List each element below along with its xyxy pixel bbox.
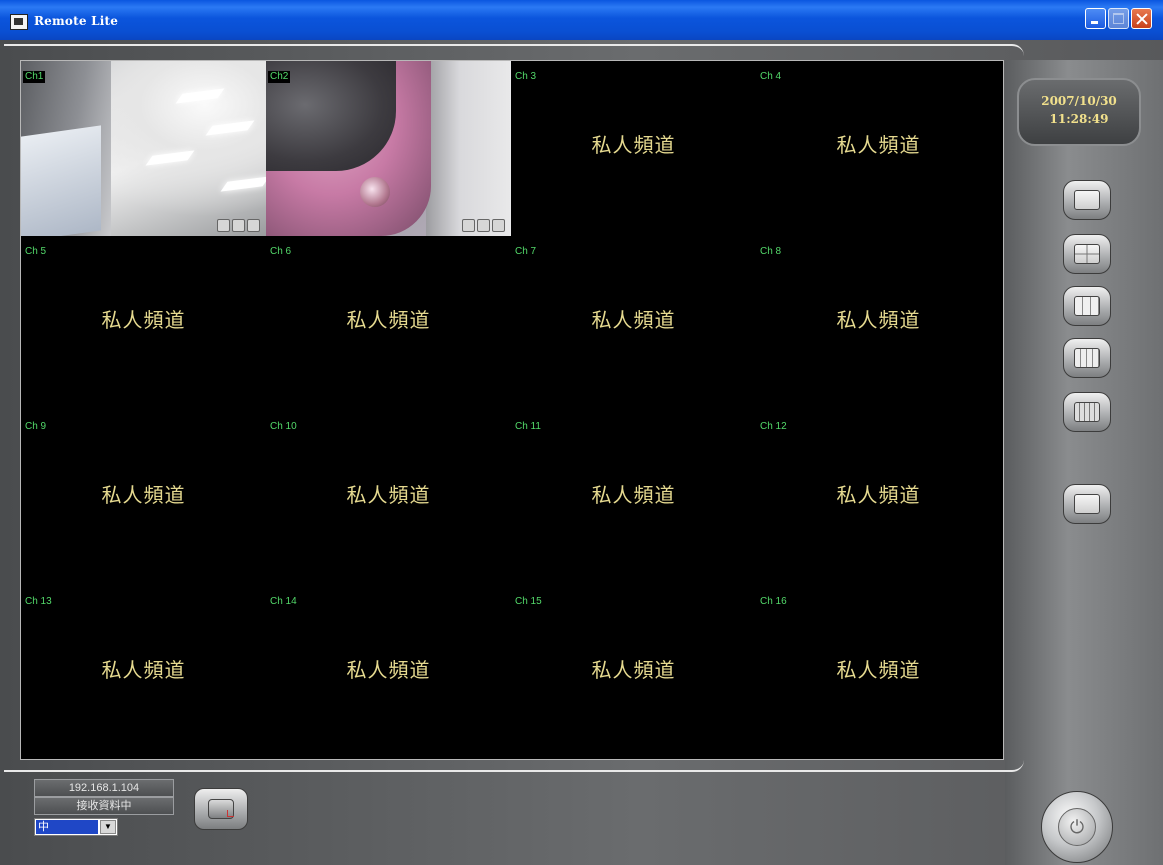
private-channel-text: 私人頻道 — [836, 308, 921, 332]
channel-label: Ch 15 — [515, 596, 542, 607]
power-icon: ⏻ — [1058, 808, 1096, 846]
alarm-bell-icon — [247, 219, 260, 232]
connect-camera-button[interactable] — [194, 788, 248, 830]
layout-16-icon — [1074, 402, 1100, 422]
frame-rim-bottom — [4, 760, 1024, 772]
channel-label: Ch2 — [268, 71, 291, 83]
camera-connect-icon — [208, 799, 234, 819]
chevron-down-icon[interactable]: ▼ — [100, 820, 116, 834]
private-channel-text: 私人頻道 — [346, 308, 431, 332]
channel-label: Ch 5 — [25, 246, 47, 257]
layout-16-button[interactable] — [1063, 392, 1111, 432]
frame-rim-top — [4, 44, 1024, 56]
record-icon — [217, 219, 230, 232]
channel-6-cell[interactable]: Ch 6 私人頻道 — [266, 236, 511, 411]
channel-label: Ch 13 — [25, 596, 52, 607]
private-channel-text: 私人頻道 — [101, 658, 186, 682]
motion-icon — [477, 219, 490, 232]
channel-15-cell[interactable]: Ch 15 私人頻道 — [511, 586, 756, 761]
channel-label: Ch 7 — [515, 246, 537, 257]
quality-select[interactable]: 中 ▼ — [34, 818, 118, 836]
channel-label: Ch 16 — [760, 596, 787, 607]
channel-1-cell[interactable]: Ch1 — [21, 61, 266, 236]
channel-label: Ch 8 — [760, 246, 782, 257]
quality-select-value: 中 — [36, 820, 98, 834]
private-channel-text: 私人頻道 — [591, 308, 676, 332]
private-channel-text: 私人頻道 — [836, 133, 921, 157]
private-channel-text: 私人頻道 — [346, 483, 431, 507]
power-button[interactable]: ⏻ — [1041, 791, 1113, 863]
channel-10-cell[interactable]: Ch 10 私人頻道 — [266, 411, 511, 586]
date-text: 2007/10/30 — [1041, 94, 1117, 108]
channel-13-cell[interactable]: Ch 13 私人頻道 — [21, 586, 266, 761]
feed-status-icons — [217, 219, 260, 232]
fullscreen-button[interactable] — [1063, 484, 1111, 524]
private-channel-text: 私人頻道 — [836, 483, 921, 507]
ip-address-display: 192.168.1.104 — [34, 779, 174, 797]
private-channel-text: 私人頻道 — [346, 658, 431, 682]
connection-status: 接收資料中 — [34, 797, 174, 815]
title-bar[interactable]: Remote Lite — [0, 0, 1163, 41]
channel-label: Ch 11 — [515, 421, 541, 432]
minimize-button[interactable] — [1085, 8, 1106, 29]
private-channel-text: 私人頻道 — [591, 133, 676, 157]
maximize-button[interactable] — [1108, 8, 1129, 29]
private-channel-text: 私人頻道 — [101, 483, 186, 507]
window-title: Remote Lite — [34, 14, 119, 28]
private-channel-text: 私人頻道 — [836, 658, 921, 682]
layout-4-button[interactable] — [1063, 234, 1111, 274]
channel-14-cell[interactable]: Ch 14 私人頻道 — [266, 586, 511, 761]
channel-label: Ch 10 — [270, 421, 297, 432]
channel-5-cell[interactable]: Ch 5 私人頻道 — [21, 236, 266, 411]
motion-icon — [232, 219, 245, 232]
channel-label: Ch 6 — [270, 246, 292, 257]
layout-1-icon — [1074, 190, 1100, 210]
channel-label: Ch 12 — [760, 421, 787, 432]
layout-9-button[interactable] — [1063, 286, 1111, 326]
app-icon — [10, 14, 28, 30]
record-icon — [462, 219, 475, 232]
channel-2-cell[interactable]: Ch2 — [266, 61, 511, 236]
channel-11-cell[interactable]: Ch 11 私人頻道 — [511, 411, 756, 586]
layout-4-icon — [1074, 244, 1100, 264]
channel-8-cell[interactable]: Ch 8 私人頻道 — [756, 236, 1001, 411]
channel-4-cell[interactable]: Ch 4 私人頻道 — [756, 61, 1001, 236]
channel-12-cell[interactable]: Ch 12 私人頻道 — [756, 411, 1001, 586]
time-text: 11:28:49 — [1049, 112, 1109, 126]
fullscreen-icon — [1074, 494, 1100, 514]
channel-16-cell[interactable]: Ch 16 私人頻道 — [756, 586, 1001, 761]
video-grid: Ch1 Ch2 Ch 3 私人頻道 Ch 4 私人頻道 Ch 5 私人頻道 Ch… — [20, 60, 1004, 760]
channel-9-cell[interactable]: Ch 9 私人頻道 — [21, 411, 266, 586]
channel-7-cell[interactable]: Ch 7 私人頻道 — [511, 236, 756, 411]
close-button[interactable] — [1131, 8, 1152, 29]
datetime-display: 2007/10/30 11:28:49 — [1017, 78, 1141, 146]
alarm-bell-icon — [492, 219, 505, 232]
channel-label: Ch1 — [23, 71, 46, 83]
layout-13-icon — [1074, 348, 1100, 368]
channel-label: Ch 3 — [515, 71, 537, 82]
channel-label: Ch 14 — [270, 596, 297, 607]
layout-9-icon — [1074, 296, 1100, 316]
layout-1-button[interactable] — [1063, 180, 1111, 220]
channel-label: Ch 9 — [25, 421, 47, 432]
channel-label: Ch 4 — [760, 71, 782, 82]
feed-status-icons — [462, 219, 505, 232]
channel-3-cell[interactable]: Ch 3 私人頻道 — [511, 61, 756, 236]
private-channel-text: 私人頻道 — [101, 308, 186, 332]
private-channel-text: 私人頻道 — [591, 483, 676, 507]
layout-13-button[interactable] — [1063, 338, 1111, 378]
private-channel-text: 私人頻道 — [591, 658, 676, 682]
